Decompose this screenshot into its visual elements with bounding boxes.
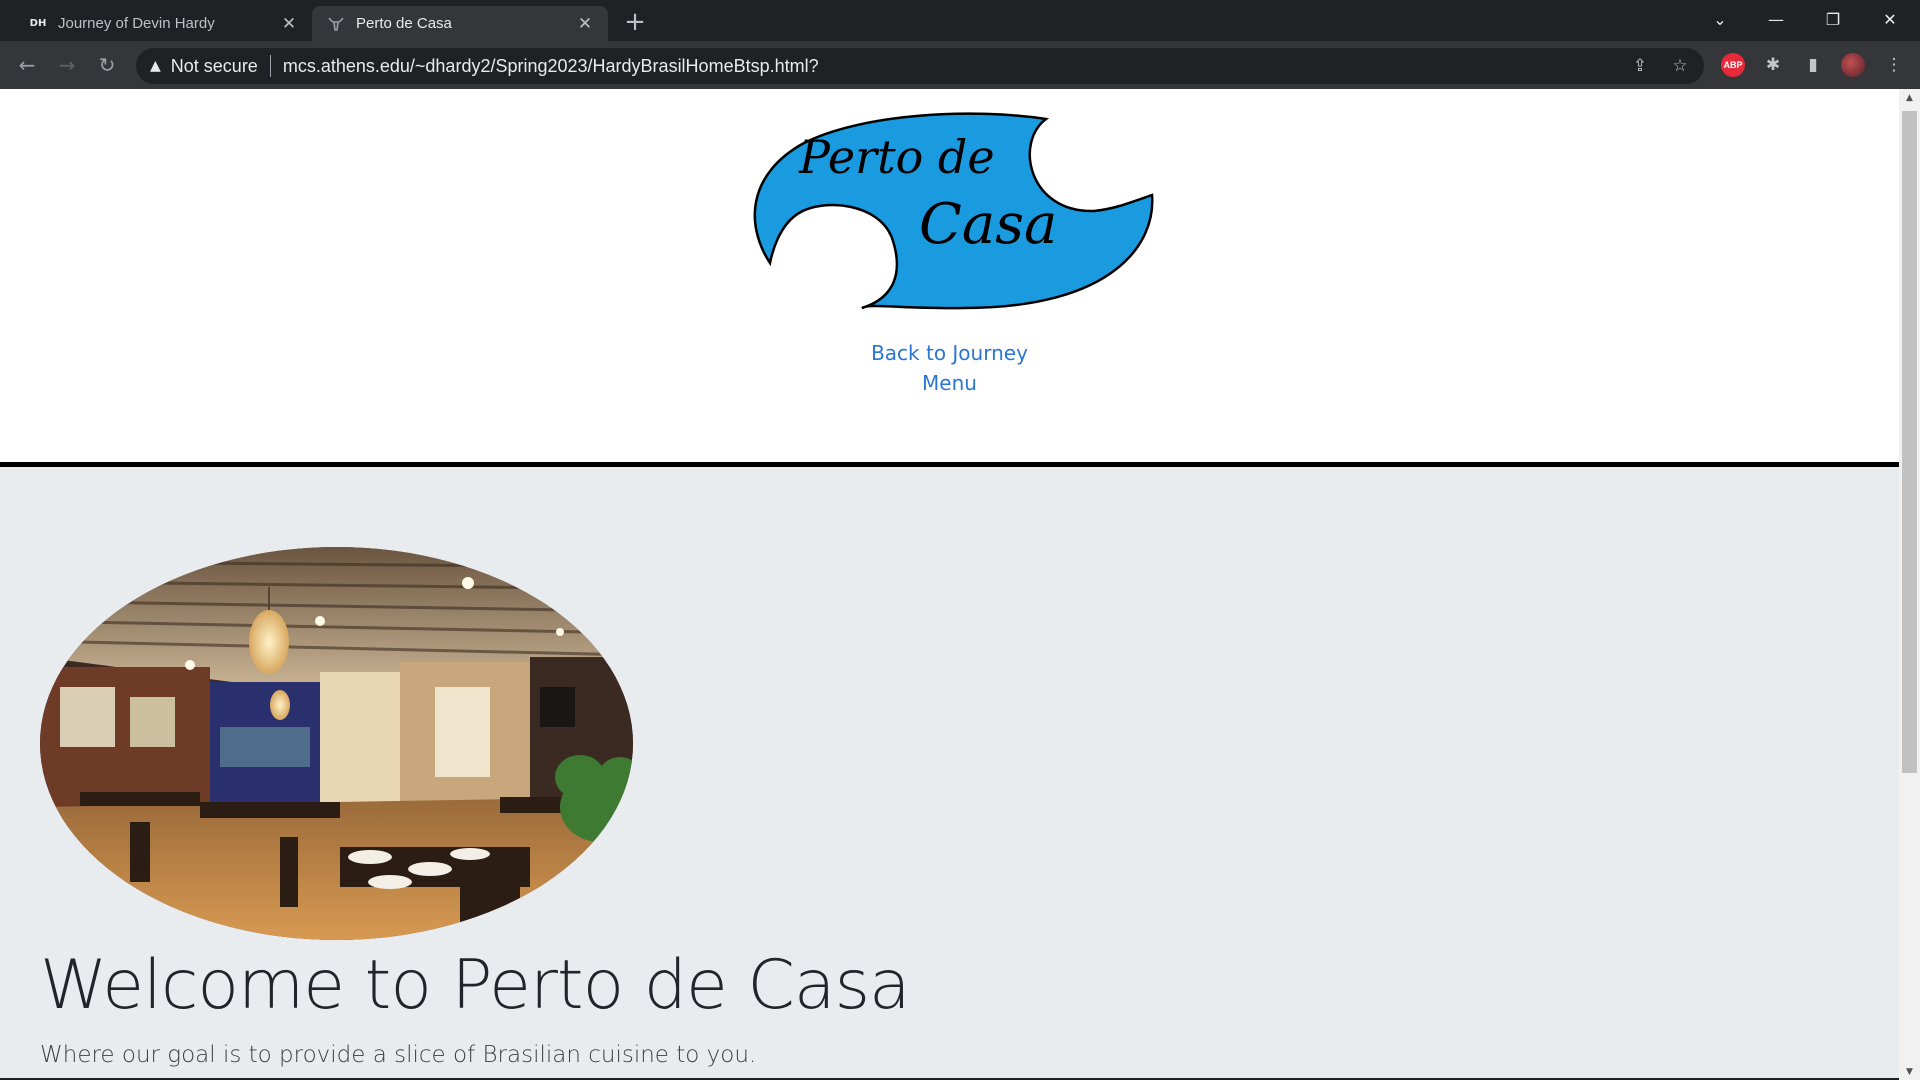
tab-strip: DH Journey of Devin Hardy ✕ Perto de Cas… [0, 0, 1920, 41]
close-tab-icon[interactable]: ✕ [574, 13, 596, 35]
restaurant-interior-image [40, 547, 633, 940]
page-viewport: Perto de Casa Back to Journey Menu Welco… [0, 89, 1920, 1080]
adblock-plus-icon[interactable]: ABP [1721, 53, 1745, 77]
scroll-thumb[interactable] [1902, 111, 1917, 773]
bookmark-star-icon[interactable]: ☆ [1670, 56, 1690, 76]
close-window-icon[interactable]: ✕ [1862, 0, 1918, 38]
tab-title: Perto de Casa [356, 15, 452, 32]
logo-text-line1: Perto de [798, 130, 995, 184]
omnibox-separator [269, 55, 271, 77]
extensions-puzzle-icon[interactable]: ✱ [1761, 53, 1785, 77]
vertical-scrollbar[interactable]: ▲ ▼ [1899, 89, 1920, 1080]
tab-search-chevron-icon[interactable]: ⌄ [1692, 0, 1748, 38]
warning-triangle-icon[interactable]: ▲ [150, 58, 161, 74]
reload-icon[interactable]: ↻ [91, 49, 123, 81]
perto-de-casa-logo: Perto de Casa [744, 103, 1154, 315]
back-to-journey-link[interactable]: Back to Journey [0, 341, 1899, 365]
bull-favicon-icon [326, 14, 346, 34]
browser-toolbar: ← → ↻ ▲ Not secure mcs.athens.edu/~dhard… [0, 41, 1920, 89]
address-bar[interactable]: ▲ Not secure mcs.athens.edu/~dhardy2/Spr… [136, 48, 1704, 84]
tab-perto-de-casa[interactable]: Perto de Casa ✕ [312, 6, 608, 41]
new-tab-plus-icon[interactable]: + [621, 7, 649, 37]
side-panel-icon[interactable]: ▮ [1801, 53, 1825, 77]
minimize-icon[interactable]: — [1748, 0, 1804, 38]
share-icon[interactable]: ⇪ [1630, 56, 1650, 76]
tab-title: Journey of Devin Hardy [58, 15, 215, 32]
logo-text-line2: Casa [919, 192, 1057, 257]
scroll-down-arrow-icon[interactable]: ▼ [1899, 1063, 1920, 1080]
dh-favicon-icon: DH [29, 18, 47, 29]
jumbotron: Welcome to Perto de Casa Where our goal … [0, 467, 1899, 1080]
forward-arrow-icon[interactable]: → [51, 49, 83, 81]
menu-link[interactable]: Menu [0, 371, 1899, 395]
back-arrow-icon[interactable]: ← [11, 49, 43, 81]
scroll-up-arrow-icon[interactable]: ▲ [1899, 89, 1920, 106]
lead-text: Where our goal is to provide a slice of … [40, 1042, 757, 1068]
restore-icon[interactable]: ❐ [1805, 0, 1861, 38]
profile-avatar[interactable] [1841, 53, 1865, 77]
welcome-heading: Welcome to Perto de Casa [40, 946, 911, 1025]
url-text[interactable]: mcs.athens.edu/~dhardy2/Spring2023/Hardy… [283, 56, 819, 77]
kebab-menu-icon[interactable]: ⋮ [1882, 53, 1906, 77]
page-header: Perto de Casa Back to Journey Menu [0, 89, 1899, 462]
close-tab-icon[interactable]: ✕ [278, 13, 300, 35]
security-label[interactable]: Not secure [171, 56, 258, 77]
tab-journey-of-devin-hardy[interactable]: DH Journey of Devin Hardy ✕ [14, 6, 312, 41]
